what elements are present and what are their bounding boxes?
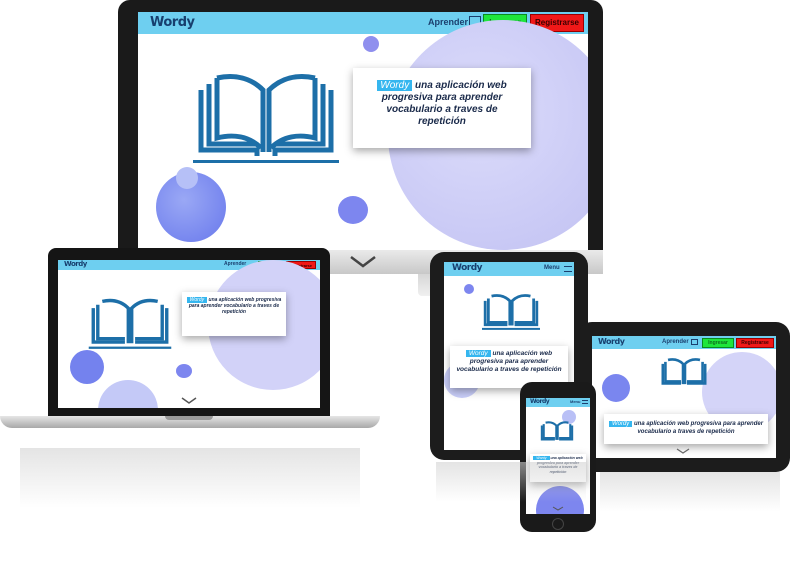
open-book-icon [661, 358, 707, 385]
open-book-icon [482, 294, 540, 330]
chevron-down-icon[interactable] [181, 397, 197, 404]
laptop-screen: Wordy Aprender Ingresar Registrarse Word… [58, 260, 320, 408]
logo[interactable]: Wordy [598, 337, 625, 346]
registrarse-button[interactable]: Registrarse [736, 338, 774, 348]
nav-aprender-link[interactable]: Aprender [662, 339, 689, 345]
cards-icon [691, 339, 698, 345]
tablet-landscape: Wordy Aprender Ingresar Registrarse Word… [578, 322, 790, 472]
logo[interactable]: Wordy [64, 260, 87, 268]
decor-blob [70, 350, 104, 384]
decor-blob [176, 167, 198, 189]
tablet-landscape-screen: Wordy Aprender Ingresar Registrarse Word… [592, 336, 776, 458]
open-book-icon [540, 421, 574, 441]
nav-aprender-link[interactable]: Aprender [428, 17, 468, 27]
hero-badge: Wordy [465, 350, 491, 357]
navbar: Wordy Menu [526, 398, 590, 407]
logo[interactable]: Wordy [452, 263, 483, 273]
hero-card: Wordy una aplicación web progresiva para… [353, 68, 531, 148]
decor-blob [98, 380, 158, 408]
navbar: Wordy Menu [444, 262, 574, 276]
decor-blob [464, 284, 474, 294]
decor-blob [338, 196, 368, 224]
hamburger-icon[interactable] [582, 400, 588, 404]
hero-card: Wordy una aplicación web progresiva para… [182, 292, 286, 336]
laptop-notch [165, 416, 213, 420]
laptop-reflection [20, 448, 360, 508]
hero-badge: Wordy [377, 80, 413, 91]
tablet-landscape-reflection [600, 472, 780, 512]
decor-blob [176, 364, 192, 378]
chevron-down-icon[interactable] [552, 506, 564, 511]
hero-badge: Wordy [533, 456, 550, 460]
open-book-icon [193, 74, 339, 163]
hero-tagline: una aplicación web progresiva para apren… [633, 421, 764, 435]
open-book-icon [88, 298, 172, 349]
laptop: Wordy Aprender Ingresar Registrarse Word… [0, 248, 380, 448]
phone-home-button[interactable] [552, 518, 564, 530]
decor-blob [602, 374, 630, 402]
hamburger-icon[interactable] [564, 266, 572, 272]
chevron-down-icon[interactable] [676, 448, 690, 454]
hero-card: Wordy una aplicación web progresiva para… [604, 414, 768, 444]
desktop-screen: Wordy Aprender Ingresar Registrarse [138, 12, 588, 250]
nav-menu-link[interactable]: Menu [570, 399, 580, 404]
ingresar-button[interactable]: Ingresar [702, 338, 734, 348]
logo[interactable]: Wordy [530, 398, 550, 405]
navbar: Wordy Aprender Ingresar Registrarse [592, 336, 776, 349]
logo[interactable]: Wordy [150, 15, 195, 30]
tablet-reflection [436, 462, 586, 502]
nav-menu-link[interactable]: Menu [544, 265, 560, 271]
decor-blob [363, 36, 379, 52]
phone: Wordy Menu Wordy una aplicación web prog… [520, 382, 596, 532]
hero-badge: Wordy [608, 421, 633, 427]
